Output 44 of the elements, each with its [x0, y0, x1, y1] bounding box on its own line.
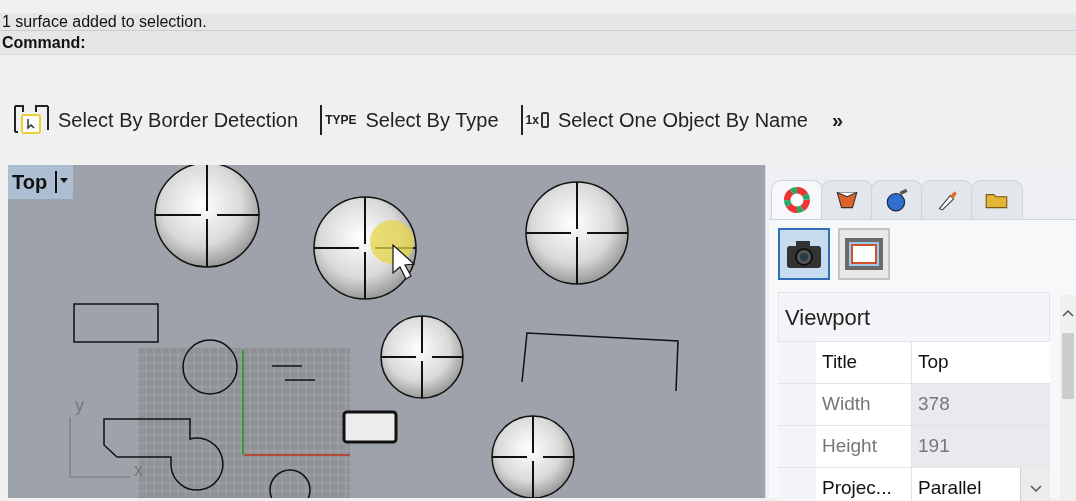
viewport-title: Top: [12, 170, 48, 195]
scrollbar[interactable]: [1060, 295, 1076, 498]
line-curves[interactable]: [271, 365, 316, 381]
panel-tab[interactable]: [771, 180, 823, 219]
chevron-down-icon: [1029, 484, 1042, 493]
sphere-icon: [884, 187, 910, 213]
property-value: 378: [912, 384, 1050, 425]
sphere[interactable]: [525, 181, 629, 285]
color-wheel-icon: [784, 187, 810, 213]
polyline-curve[interactable]: [521, 332, 679, 392]
section-header: Viewport: [778, 292, 1050, 342]
toolbar-overflow-button[interactable]: »: [832, 105, 844, 135]
viewport-title-tab[interactable]: Top: [8, 165, 74, 199]
frame-icon: [844, 237, 884, 271]
dropdown-icon[interactable]: [55, 170, 70, 194]
sphere[interactable]: [380, 315, 464, 399]
toolbar-button[interactable]: 1x Select One Object By Name: [518, 102, 810, 138]
property-name: Projec...: [816, 468, 912, 501]
selected-rectangle[interactable]: [342, 410, 398, 444]
scroll-up-icon[interactable]: [1062, 309, 1074, 317]
sphere[interactable]: [154, 165, 260, 268]
cursor-icon: [392, 243, 416, 280]
toolbar-button[interactable]: TYPE Select By Type: [318, 102, 501, 138]
panel-tab[interactable]: [871, 180, 923, 219]
command-prompt: Command:: [2, 32, 86, 53]
closed-curve[interactable]: [103, 418, 224, 491]
circle-curve[interactable]: [269, 469, 311, 498]
view-button[interactable]: [778, 228, 830, 280]
property-value: 191: [912, 426, 1050, 467]
panel-tab[interactable]: [971, 180, 1023, 219]
circle-curve[interactable]: [182, 339, 238, 395]
sphere[interactable]: [491, 415, 575, 498]
property-name: Height: [816, 426, 912, 467]
property-dropdown[interactable]: Parallel: [912, 468, 1050, 501]
property-name: Width: [816, 384, 912, 425]
scrollbar-thumb[interactable]: [1062, 333, 1074, 399]
status-message: 1 surface added to selection.: [2, 13, 207, 30]
panel-tab[interactable]: [821, 180, 873, 219]
property-value[interactable]: Top: [912, 342, 1050, 383]
axis-icon: [69, 416, 131, 478]
property-name: Title: [816, 342, 912, 383]
panel-tab[interactable]: [921, 180, 973, 219]
rectangle-curve[interactable]: [73, 303, 159, 343]
toolbar-button[interactable]: Select By Border Detection: [10, 102, 301, 138]
